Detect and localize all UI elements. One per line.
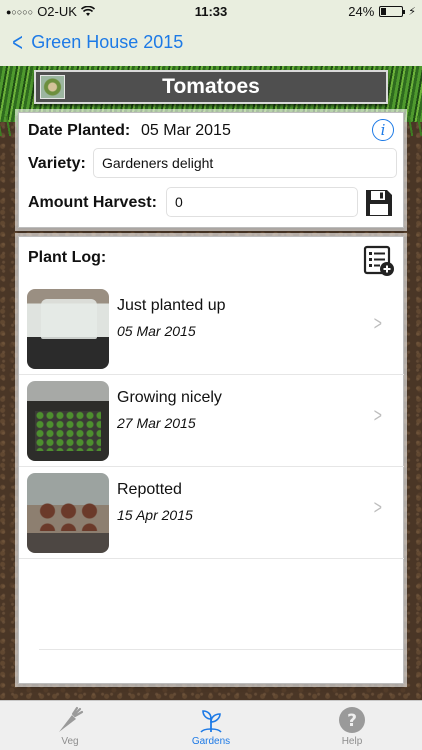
- plant-details-panel: Date Planted: 05 Mar 2015 i Variety: Gar…: [18, 112, 404, 228]
- date-planted-value[interactable]: 05 Mar 2015: [141, 122, 231, 140]
- plant-log-title: Plant Log:: [28, 249, 107, 266]
- log-entry-title: Repotted: [117, 481, 182, 498]
- info-icon[interactable]: i: [372, 119, 394, 141]
- battery-percent: 24%: [348, 4, 375, 19]
- tab-veg[interactable]: Veg: [0, 701, 140, 750]
- add-log-entry-icon[interactable]: [363, 245, 395, 277]
- chevron-right-icon: >: [374, 313, 383, 335]
- back-button[interactable]: < Green House 2015: [10, 27, 184, 57]
- plant-thumbnail[interactable]: [40, 75, 65, 99]
- log-entry[interactable]: Repotted 15 Apr 2015 >: [19, 467, 404, 559]
- variety-field[interactable]: Gardeners delight: [93, 148, 397, 178]
- plant-title-bar: Tomatoes: [34, 70, 388, 104]
- status-bar: ●○○○○ O2-UK 11:33 24% ⚡: [0, 0, 422, 22]
- log-entry[interactable]: Growing nicely 27 Mar 2015 >: [19, 375, 404, 467]
- tab-bar: Veg Gardens ? Help: [0, 700, 422, 750]
- log-entry-date: 27 Mar 2015: [117, 415, 196, 431]
- charging-icon: ⚡: [408, 6, 416, 18]
- amount-harvest-label: Amount Harvest:: [28, 194, 157, 211]
- log-entry-date: 05 Mar 2015: [117, 323, 196, 339]
- log-entry-date: 15 Apr 2015: [117, 507, 193, 523]
- navigation-bar: < Green House 2015: [0, 22, 422, 66]
- log-entry-photo: [27, 473, 109, 553]
- back-button-label: Green House 2015: [31, 31, 184, 52]
- tab-help-label: Help: [341, 736, 363, 747]
- tab-gardens[interactable]: Gardens: [141, 701, 281, 750]
- help-icon: ?: [339, 707, 365, 733]
- list-divider: [39, 649, 403, 650]
- variety-label: Variety:: [28, 155, 86, 172]
- tab-veg-label: Veg: [61, 736, 79, 747]
- date-planted-label: Date Planted:: [28, 122, 131, 139]
- chevron-left-icon: <: [12, 27, 23, 57]
- plant-log-panel: Plant Log: Just planted up 05 Mar 2015 >…: [18, 236, 404, 684]
- log-entry-photo: [27, 289, 109, 369]
- log-entry-title: Just planted up: [117, 297, 226, 314]
- carrot-icon: [59, 706, 84, 732]
- log-entry-photo: [27, 381, 109, 461]
- chevron-right-icon: >: [374, 405, 383, 427]
- log-entry[interactable]: Just planted up 05 Mar 2015 >: [19, 283, 404, 375]
- seedling-icon: [200, 710, 222, 733]
- tab-gardens-label: Gardens: [191, 736, 231, 747]
- svg-text:?: ?: [347, 711, 357, 731]
- log-entry-title: Growing nicely: [117, 389, 222, 406]
- amount-harvest-field[interactable]: 0: [166, 187, 358, 217]
- chevron-right-icon: >: [374, 497, 383, 519]
- save-icon[interactable]: [363, 187, 395, 219]
- battery-icon: [379, 6, 406, 17]
- tab-help[interactable]: ? Help: [282, 701, 422, 750]
- page-title: Tomatoes: [162, 75, 260, 98]
